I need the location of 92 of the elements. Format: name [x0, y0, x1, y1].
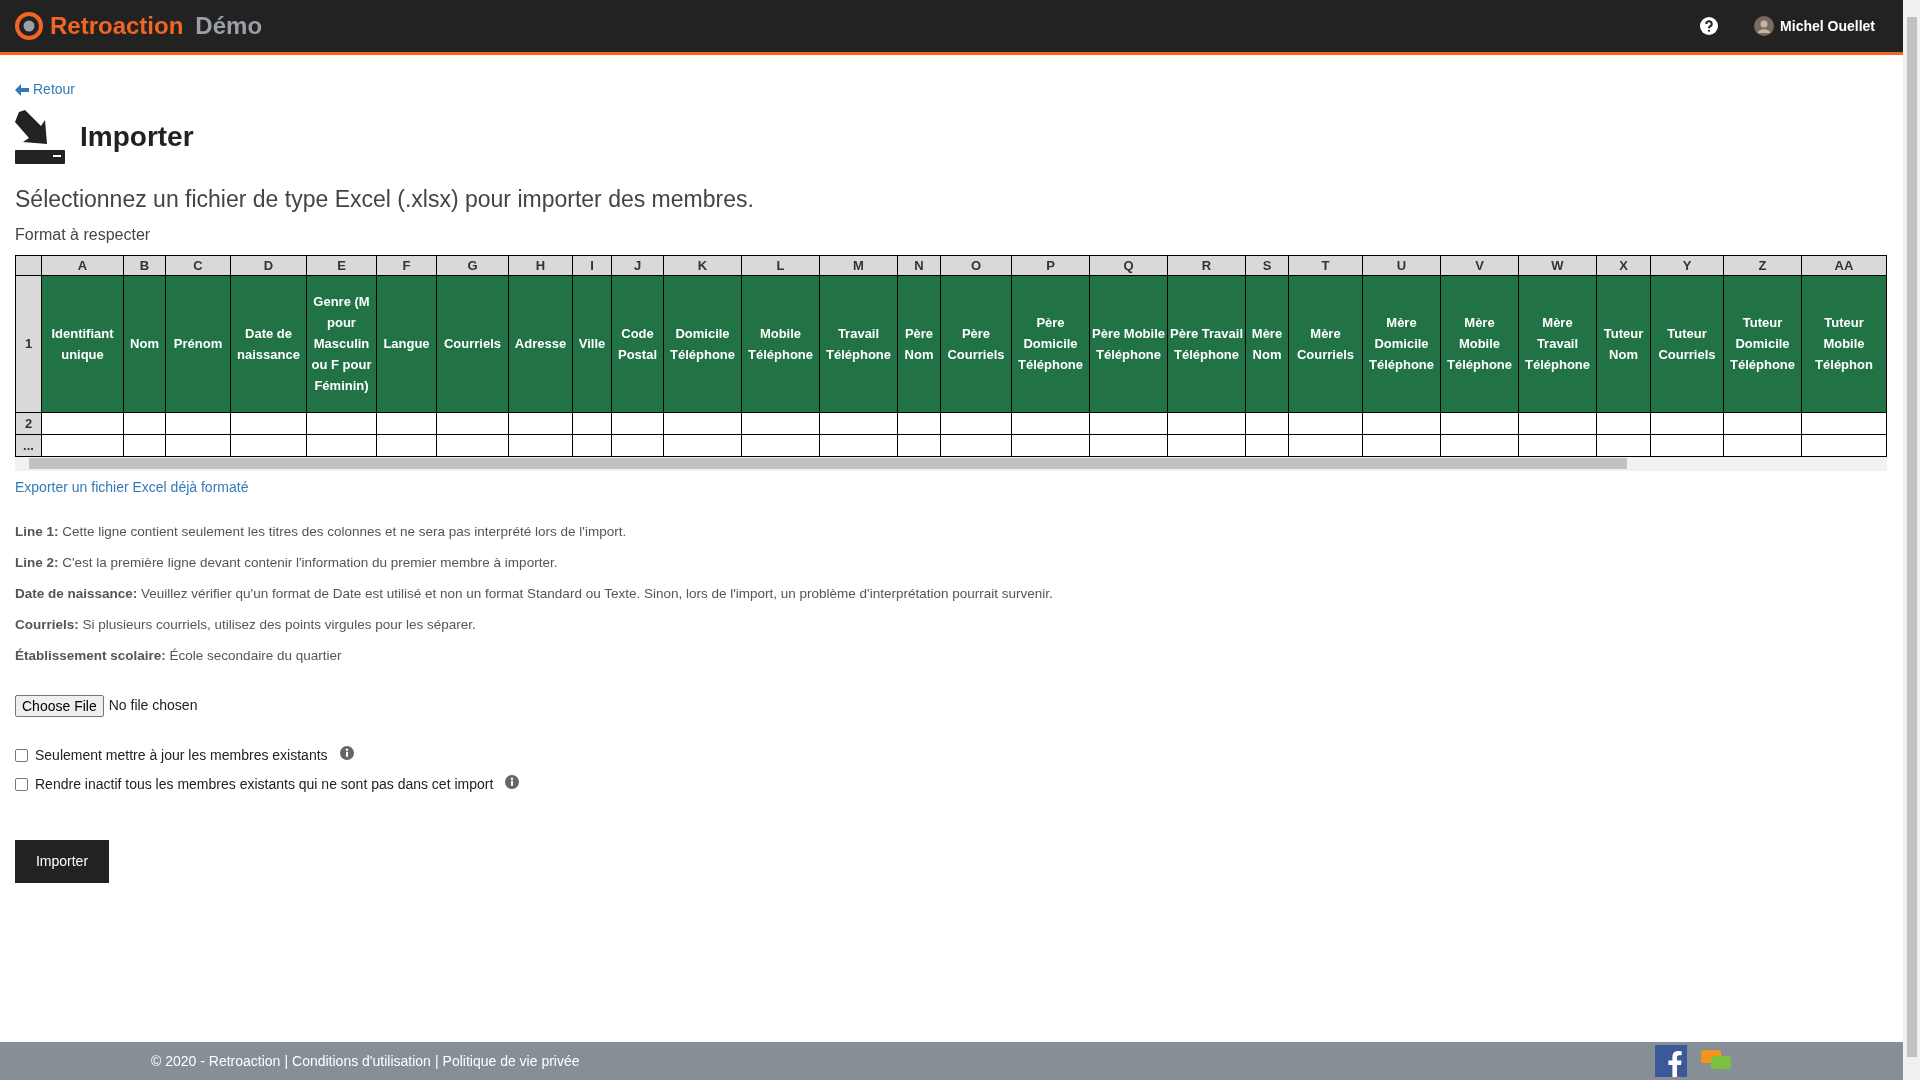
column-title: Père Nom	[897, 275, 941, 412]
choose-file-button[interactable]: Choose File	[15, 694, 104, 717]
page-subtitle: Sélectionnez un fichier de type Excel (.xlsx) pour importer des membres.	[15, 185, 755, 214]
option-label[interactable]: Seulement mettre à jour les membres existants	[35, 744, 328, 766]
column-letter: Y	[1650, 255, 1724, 275]
brand-name[interactable]: Retroaction	[50, 8, 184, 44]
column-title: Mère Domicile Téléphone	[1362, 275, 1441, 412]
column-title: Ville	[572, 275, 612, 412]
column-letter: H	[508, 255, 573, 275]
column-letter: AA	[1801, 255, 1887, 275]
corner-cell	[15, 255, 42, 275]
option-label[interactable]: Rendre inactif tous les membres existants qui ne sont pas dans cet import	[35, 773, 494, 795]
help-icon[interactable]	[1700, 17, 1719, 35]
checkbox[interactable]	[15, 748, 28, 762]
column-title: Travail Téléphone	[819, 275, 898, 412]
column-title: Adresse	[508, 275, 573, 412]
column-title: Tuteur Mobile Téléphon	[1801, 275, 1887, 412]
arrow-left-icon	[15, 83, 29, 96]
scrollbar-thumb[interactable]	[29, 458, 1627, 469]
separator: |	[434, 1051, 439, 1071]
column-title: Mère Nom	[1245, 275, 1289, 412]
column-letter: M	[819, 255, 898, 275]
page-title: Importer	[80, 120, 194, 154]
column-letter: O	[940, 255, 1012, 275]
facebook-icon[interactable]	[1655, 1045, 1687, 1077]
column-letter: I	[572, 255, 612, 275]
row-number: ...	[15, 434, 42, 456]
column-title: Père Mobile Téléphone	[1089, 275, 1168, 412]
column-title: Code Postal	[611, 275, 664, 412]
separator: |	[284, 1051, 289, 1071]
file-status: No file chosen	[108, 696, 198, 715]
brand-suffix: Démo	[195, 11, 263, 41]
column-title: Mère Mobile Téléphone	[1440, 275, 1519, 412]
column-letter: N	[897, 255, 941, 275]
checkbox[interactable]	[15, 777, 28, 791]
column-letter: E	[306, 255, 377, 275]
column-title: Identifiant unique	[41, 275, 124, 412]
column-letter: G	[436, 255, 509, 275]
column-letter: F	[376, 255, 437, 275]
column-title: Tuteur Nom	[1596, 275, 1651, 412]
column-title: Courriels	[436, 275, 509, 412]
column-letter: B	[123, 255, 166, 275]
scrollbar-thumb[interactable]	[1906, 17, 1917, 1057]
logo-icon	[14, 11, 44, 41]
note-text: Courriels: Si plusieurs courriels, utilisez des points virgules pour les séparer.	[15, 615, 477, 634]
info-icon[interactable]	[505, 775, 520, 789]
column-letter: J	[611, 255, 664, 275]
column-letter: D	[230, 255, 307, 275]
export-link[interactable]: Exporter un fichier Excel déjà formaté	[15, 476, 249, 498]
import-icon	[15, 110, 65, 164]
column-letter: R	[1167, 255, 1246, 275]
column-title: Domicile Téléphone	[663, 275, 742, 412]
row-number: 1	[15, 275, 42, 412]
column-title: Mère Courriels	[1288, 275, 1363, 412]
column-letter: C	[165, 255, 231, 275]
import-button[interactable]: Importer	[15, 839, 109, 883]
column-letter: U	[1362, 255, 1441, 275]
column-letter: X	[1596, 255, 1651, 275]
copyright-text: © 2020 - Retroaction	[151, 1051, 281, 1071]
back-link[interactable]: Retour	[15, 79, 76, 100]
note-text: Établissement scolaire: École secondaire du quartier	[15, 646, 343, 665]
column-letter: K	[663, 255, 742, 275]
column-title: Tuteur Courriels	[1650, 275, 1724, 412]
column-title: Date de naissance	[230, 275, 307, 412]
column-title: Langue	[376, 275, 437, 412]
column-letter: S	[1245, 255, 1289, 275]
user-name[interactable]: Michel Ouellet	[1780, 15, 1875, 37]
column-title: Père Domicile Téléphone	[1011, 275, 1090, 412]
column-title: Père Courriels	[940, 275, 1012, 412]
avatar-icon	[1754, 16, 1775, 36]
note-text: Line 1: Cette ligne contient seulement les titres des colonnes et ne sera pas interprété lors de l'import.	[15, 522, 628, 541]
column-title: Genre (M pour Masculin ou F pour Féminin)	[306, 275, 377, 412]
note-text: Line 2: C'est la première ligne devant contenir l'information du premier membre à importer.	[15, 553, 559, 572]
column-title: Nom	[123, 275, 166, 412]
column-title: Père Travail Téléphone	[1167, 275, 1246, 412]
column-letter: T	[1288, 255, 1363, 275]
format-label: Format à respecter	[15, 224, 152, 245]
column-letter: Z	[1723, 255, 1802, 275]
column-letter: W	[1518, 255, 1597, 275]
page-scrollbar[interactable]	[1903, 0, 1920, 1080]
column-title: Tuteur Domicile Téléphone	[1723, 275, 1802, 412]
column-title: Mobile Téléphone	[741, 275, 820, 412]
column-title: Mère Travail Téléphone	[1518, 275, 1597, 412]
column-letter: V	[1440, 255, 1519, 275]
column-letter: A	[41, 255, 124, 275]
column-letter: Q	[1089, 255, 1168, 275]
column-title: Prénom	[165, 275, 231, 412]
note-text: Date de naissance: Veuillez vérifier qu'un format de Date est utilisé et non un format Standard ou Texte. Sinon, lors de l'import, un problème d'interprétation pourrait survenir.	[15, 584, 1054, 603]
info-icon[interactable]	[339, 746, 354, 760]
row-number: 2	[15, 412, 42, 434]
column-letter: P	[1011, 255, 1090, 275]
column-letter: L	[741, 255, 820, 275]
